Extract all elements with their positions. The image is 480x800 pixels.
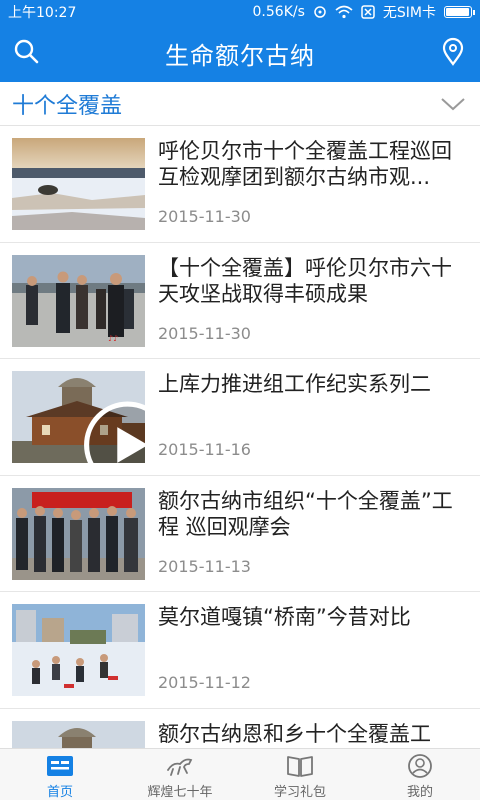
chevron-down-icon[interactable] <box>440 94 466 114</box>
search-icon[interactable] <box>12 37 42 67</box>
battery-icon <box>444 6 475 18</box>
news-item[interactable]: 莫尔道嘎镇“桥南”今昔对比 2015-11-12 <box>0 592 480 709</box>
category-label: 十个全覆盖 <box>12 93 123 119</box>
home-news-icon <box>47 756 73 776</box>
app-bar: 生命额尔古纳 <box>0 24 480 82</box>
carrier-text: 无SIM卡 <box>382 5 436 21</box>
news-date: 2015-11-13 <box>158 556 251 576</box>
horse-icon <box>167 758 193 776</box>
profile-icon <box>408 754 432 778</box>
news-date: 2015-11-30 <box>158 207 251 226</box>
status-time: 上午10:27 <box>8 5 77 21</box>
news-title: 莫尔道嘎镇“桥南”今昔对比 <box>158 605 411 629</box>
hotspot-icon <box>314 6 326 18</box>
news-item[interactable]: 额尔古纳市组织“十个全覆盖”工程 巡回观摩会 2015-11-13 <box>0 476 480 592</box>
news-thumbnail <box>12 720 145 748</box>
status-bar: 上午10:27 0.56K/s 无SIM卡 <box>0 0 480 24</box>
news-thumbnail <box>12 138 145 230</box>
tab-label: 辉煌七十年 <box>147 785 213 800</box>
network-speed: 0.56K/s <box>252 4 305 20</box>
wifi-icon <box>335 5 353 19</box>
news-date: 2015-11-12 <box>158 673 251 692</box>
news-title: 呼伦贝尔市十个全覆盖工程巡回互检观摩团到额尔古纳市观... <box>158 139 452 189</box>
tab-home[interactable]: 首页 <box>0 749 120 800</box>
news-date: 2015-11-16 <box>158 440 251 459</box>
wooden-building-image <box>12 720 145 748</box>
bottom-tab-bar: 首页 辉煌七十年 学习礼包 我的 <box>0 748 480 800</box>
group-meeting-image <box>12 487 145 580</box>
tab-label: 我的 <box>406 785 433 800</box>
news-title: 额尔古纳恩和乡十个全覆盖工 <box>158 721 431 746</box>
sim-off-icon <box>361 5 375 19</box>
news-item[interactable]: ♪♪ 【十个全覆盖】呼伦贝尔市六十天攻坚战取得丰硕成果 2015-11-30 <box>0 243 480 359</box>
tab-study-package[interactable]: 学习礼包 <box>240 749 360 800</box>
news-title: 【十个全覆盖】呼伦贝尔市六十天攻坚战取得丰硕成果 <box>158 255 452 306</box>
tab-label: 首页 <box>46 785 73 800</box>
play-icon[interactable] <box>61 399 146 463</box>
news-thumbnail: ♪♪ <box>12 254 145 347</box>
news-item[interactable]: 上库力推进组工作纪实系列二 2015-11-16 <box>0 359 480 476</box>
snow-landscape-image <box>12 138 145 230</box>
news-item[interactable]: 额尔古纳恩和乡十个全覆盖工 <box>0 709 480 748</box>
tab-profile[interactable]: 我的 <box>360 749 480 800</box>
svg-text:♪♪: ♪♪ <box>108 334 118 343</box>
app-title: 生命额尔古纳 <box>165 41 315 70</box>
news-date: 2015-11-30 <box>158 323 251 343</box>
snow-street-image <box>12 604 145 696</box>
news-thumbnail <box>12 371 145 463</box>
news-item[interactable]: 呼伦贝尔市十个全覆盖工程巡回互检观摩团到额尔古纳市观... 2015-11-30 <box>0 126 480 243</box>
tab-glory-seventy-years[interactable]: 辉煌七十年 <box>120 749 240 800</box>
book-icon <box>287 756 313 777</box>
news-list[interactable]: 呼伦贝尔市十个全覆盖工程巡回互检观摩团到额尔古纳市观... 2015-11-30… <box>0 126 480 748</box>
tab-label: 学习礼包 <box>273 785 326 800</box>
battery-level <box>446 8 469 16</box>
news-thumbnail <box>12 487 145 580</box>
location-pin-icon[interactable] <box>438 37 468 67</box>
news-thumbnail <box>12 604 145 696</box>
news-title: 上库力推进组工作纪实系列二 <box>158 372 431 396</box>
category-selector[interactable]: 十个全覆盖 <box>0 82 480 126</box>
officials-walking-image: ♪♪ <box>12 254 145 347</box>
news-title: 额尔古纳市组织“十个全覆盖”工程 巡回观摩会 <box>158 488 453 539</box>
